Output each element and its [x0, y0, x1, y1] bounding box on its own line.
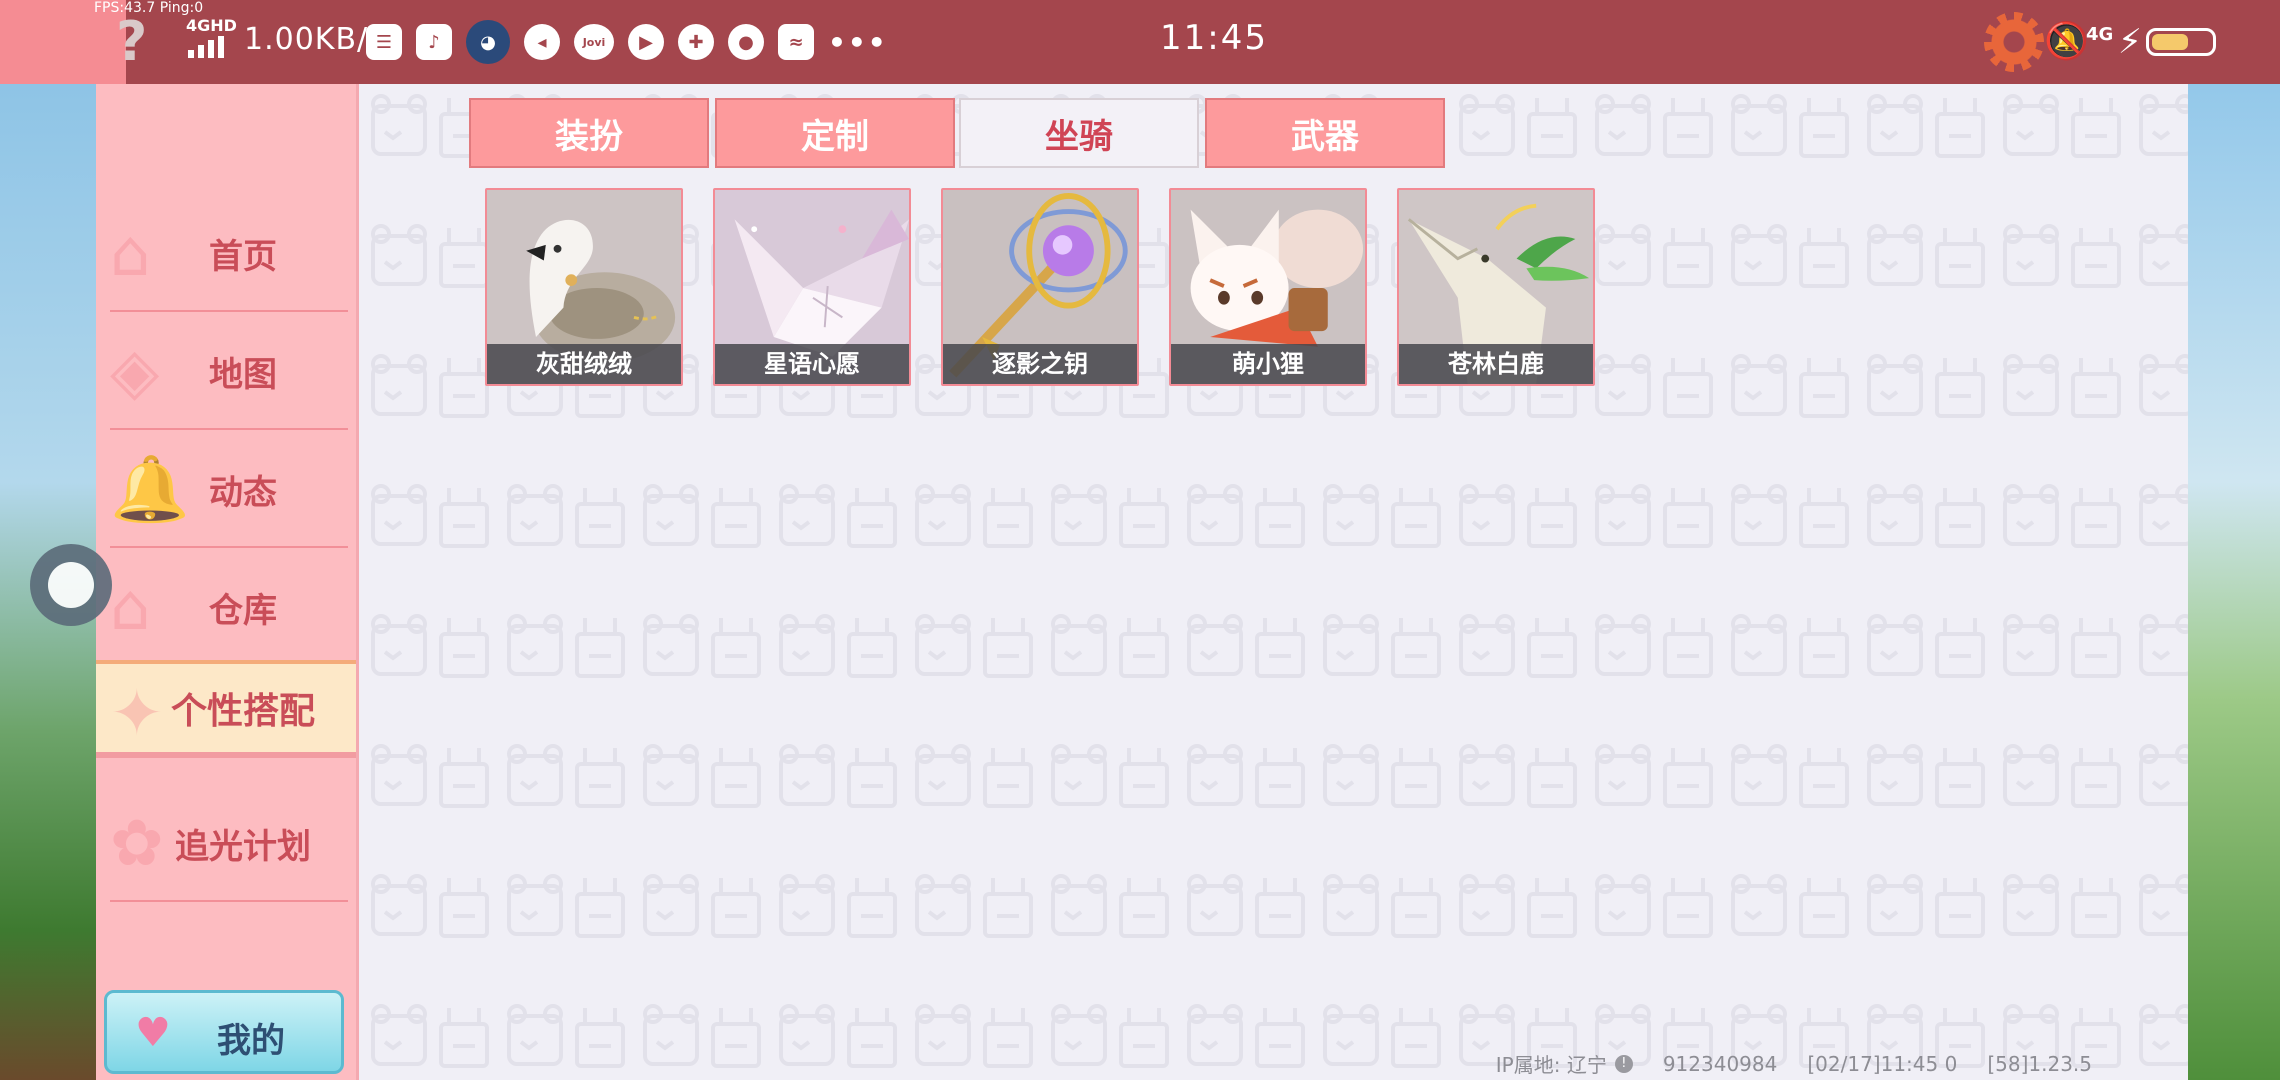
status-app-icons: ☰ ♪ ◕ ◂ Jovi ▶ ✚ ● ≈ •••	[366, 20, 888, 64]
my-profile-label: 我的	[217, 1021, 285, 1061]
floating-assistive-button[interactable]	[30, 544, 112, 626]
item-card-little-fox[interactable]: 萌小狸	[1169, 188, 1367, 386]
play-app-icon: ▶	[628, 24, 664, 60]
item-card-goose[interactable]: 灰甜绒绒	[485, 188, 683, 386]
item-name: 萌小狸	[1171, 344, 1365, 384]
battery-icon	[2146, 28, 2216, 56]
sidebar-item-warehouse[interactable]: ⌂ 仓库	[96, 548, 356, 666]
sidebar-item-light-plan[interactable]: ✿ 追光计划	[96, 784, 356, 902]
list-app-icon: ☰	[366, 24, 402, 60]
item-name: 逐影之钥	[943, 344, 1137, 384]
tab-mount[interactable]: 坐骑	[959, 98, 1199, 168]
my-profile-button[interactable]: ♥ 我的	[104, 990, 344, 1074]
tab-outfit[interactable]: 装扮	[469, 98, 709, 168]
sidebar-item-label: 动态	[209, 472, 277, 513]
fps-readout: FPS:43.7 Ping:0	[94, 0, 204, 16]
ip-location-text: IP属地: 辽宁	[1495, 1053, 1607, 1077]
item-card-origami-crane[interactable]: 星语心愿	[713, 188, 911, 386]
more-dots-icon: •••	[828, 25, 888, 59]
network-type: 4GHD	[186, 16, 237, 35]
ip-location: IP属地: 辽宁 !	[1496, 1049, 1633, 1078]
network-speed: 1.00KB/s	[244, 22, 385, 57]
music-app-icon: ♪	[416, 24, 452, 60]
help-question-icon[interactable]: ?	[116, 12, 147, 72]
sidebar-divider	[110, 900, 348, 902]
jovi-app-icon: Jovi	[574, 24, 614, 60]
tab-customize[interactable]: 定制	[715, 98, 955, 168]
user-id: 912340984	[1662, 1051, 1778, 1076]
game-avatar-icon: ◕	[466, 20, 510, 64]
sidebar-item-home[interactable]: ⌂ 首页	[96, 194, 356, 312]
content-panel: 装扮 定制 坐骑 武器 灰甜绒绒 星语心愿 逐影之钥 萌小狸 苍林白鹿 IP属地…	[356, 84, 2188, 1080]
sidebar-item-map[interactable]: ◈ 地图	[96, 312, 356, 430]
background-scenery-right	[2188, 84, 2280, 1080]
sidebar-item-label: 个性搭配	[170, 691, 315, 732]
charging-bolt-icon: ⚡	[2118, 22, 2142, 62]
back-arrow-app-icon: ◂	[524, 24, 560, 60]
sidebar-item-label: 首页	[209, 236, 277, 277]
sidebar-item-feed[interactable]: 🔔 动态	[96, 430, 356, 548]
sidebar-item-personal-style[interactable]: ✦ 个性搭配	[96, 660, 356, 758]
build-timestamp: [02/17]11:45 0	[1807, 1051, 1958, 1076]
wave-app-icon: ≈	[778, 24, 814, 60]
item-name: 星语心愿	[715, 344, 909, 384]
item-card-shadow-key[interactable]: 逐影之钥	[941, 188, 1139, 386]
gamepad-app-icon: ✚	[678, 24, 714, 60]
status-bar: FPS:43.7 Ping:0 ? 4GHD 1.00KB/s ☰ ♪ ◕ ◂ …	[0, 0, 2280, 84]
status-clock: 11:45	[1160, 18, 1268, 58]
chat-bubble-icon: ●	[728, 24, 764, 60]
sidebar: ⌂ 首页 ◈ 地图 🔔 动态 ⌂ 仓库 ✦ 个性搭配 ✿ 追光计划 ♥ 我的	[96, 84, 356, 1080]
footer-info: IP属地: 辽宁 ! 912340984 [02/17]11:45 0 [58]…	[1496, 1049, 2092, 1078]
bell-muted-icon: 🔕	[2044, 21, 2089, 62]
network-type-right: 4G	[2086, 24, 2114, 45]
sidebar-item-label: 仓库	[209, 590, 277, 631]
battery-fill	[2152, 34, 2188, 50]
gear-icon[interactable]	[1984, 12, 2044, 72]
tab-weapon[interactable]: 武器	[1205, 98, 1445, 168]
item-name: 苍林白鹿	[1399, 344, 1593, 384]
sidebar-item-label: 追光计划	[175, 826, 311, 867]
sidebar-item-label: 地图	[209, 354, 277, 395]
info-icon[interactable]: !	[1614, 1054, 1633, 1073]
signal-strength-icon	[188, 36, 232, 58]
version-number: [58]1.23.5	[1987, 1051, 2092, 1076]
item-name: 灰甜绒绒	[487, 344, 681, 384]
item-card-white-deer[interactable]: 苍林白鹿	[1397, 188, 1595, 386]
heart-icon: ♥	[135, 1010, 171, 1056]
